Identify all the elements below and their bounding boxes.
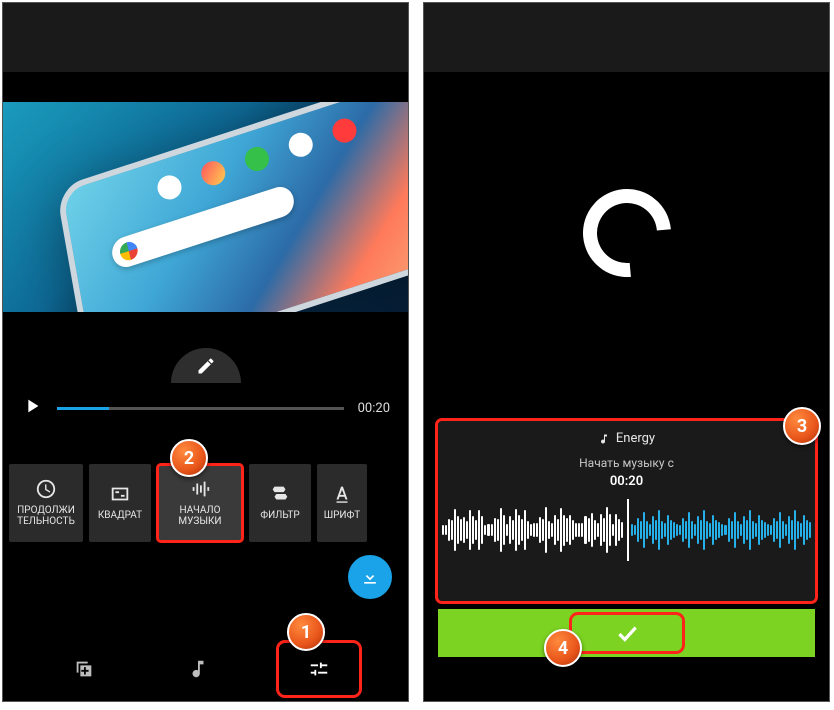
callout-badge-1: 1 xyxy=(287,613,325,651)
confirm-button[interactable] xyxy=(572,615,682,651)
google-logo-icon xyxy=(118,240,139,263)
track-title-row: Energy xyxy=(598,431,655,446)
download-fab[interactable] xyxy=(348,555,392,599)
tool-filter[interactable]: ФИЛЬТР xyxy=(249,464,311,542)
tool-duration[interactable]: ПРОДОЛЖИ ТЕЛЬНОСТЬ xyxy=(9,464,83,542)
callout-badge-2: 2 xyxy=(170,439,208,477)
right-music-pane: Energy Начать музыку с 00:20 3 4 xyxy=(423,2,830,702)
video-preview[interactable] xyxy=(3,102,408,312)
music-note-icon xyxy=(187,658,209,680)
nav-music[interactable] xyxy=(166,645,230,693)
check-icon xyxy=(614,620,640,646)
pencil-icon xyxy=(196,356,216,376)
tool-label: НАЧАЛО МУЗЫКИ xyxy=(178,506,221,527)
start-music-time: 00:20 xyxy=(610,474,643,489)
nav-adjust[interactable] xyxy=(279,643,359,695)
bottom-nav xyxy=(3,637,408,701)
tutorial-two-pane: 00:20 ПРОДОЛЖИ ТЕЛЬНОСТЬ КВАДРАТ НАЧАЛО … xyxy=(0,0,834,710)
tool-square[interactable]: КВАДРАТ xyxy=(89,464,151,542)
tool-music-start[interactable]: НАЧАЛО МУЗЫКИ xyxy=(157,464,243,542)
track-title: Energy xyxy=(616,431,655,446)
pane-divider xyxy=(411,0,421,710)
tool-label: КВАДРАТ xyxy=(98,511,142,522)
playhead[interactable] xyxy=(627,499,629,561)
tool-label: ПРОДОЛЖИ ТЕЛЬНОСТЬ xyxy=(17,506,75,527)
playback-row: 00:20 xyxy=(3,383,408,433)
font-icon xyxy=(331,483,353,505)
filter-layers-icon xyxy=(269,483,291,505)
nav-add-media[interactable] xyxy=(52,645,116,693)
confirm-bar[interactable] xyxy=(438,609,815,657)
spinner-icon xyxy=(565,171,689,295)
callout-badge-3: 3 xyxy=(783,407,821,445)
status-bar xyxy=(424,3,829,27)
music-note-icon xyxy=(598,433,610,445)
play-button[interactable] xyxy=(21,395,43,421)
left-editor-pane: 00:20 ПРОДОЛЖИ ТЕЛЬНОСТЬ КВАДРАТ НАЧАЛО … xyxy=(2,2,409,702)
app-header xyxy=(424,27,829,72)
aspect-ratio-icon xyxy=(109,483,131,505)
clock-icon xyxy=(35,478,57,500)
play-icon xyxy=(21,395,43,417)
progress-track[interactable] xyxy=(57,407,344,410)
status-bar xyxy=(3,3,408,27)
audio-bars-icon xyxy=(189,478,211,500)
waveform[interactable] xyxy=(438,499,815,561)
callout-badge-4: 4 xyxy=(544,629,582,667)
sliders-icon xyxy=(308,658,330,680)
start-music-caption: Начать музыку с xyxy=(579,456,674,470)
tool-label: ШРИФТ xyxy=(324,511,361,522)
tool-strip: ПРОДОЛЖИ ТЕЛЬНОСТЬ КВАДРАТ НАЧАЛО МУЗЫКИ… xyxy=(3,455,408,550)
loading-area xyxy=(424,113,829,353)
tool-label: ФИЛЬТР xyxy=(260,511,299,522)
timecode-label: 00:20 xyxy=(358,401,390,416)
tool-font[interactable]: ШРИФТ xyxy=(317,464,367,542)
progress-fill xyxy=(57,407,109,410)
download-icon xyxy=(360,567,380,587)
edit-button[interactable] xyxy=(171,348,241,383)
app-header xyxy=(3,27,408,72)
add-media-icon xyxy=(73,658,95,680)
waveform-card[interactable]: Energy Начать музыку с 00:20 xyxy=(438,421,815,601)
